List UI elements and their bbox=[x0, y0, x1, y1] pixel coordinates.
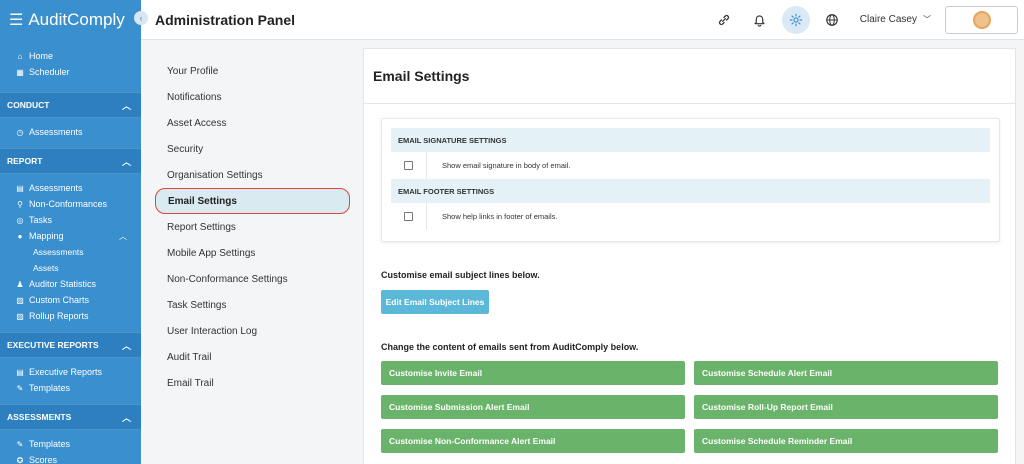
sidebar-item-report-assessments[interactable]: ▤ Assessments bbox=[0, 180, 141, 196]
menu-item-mobile-app-settings[interactable]: Mobile App Settings bbox=[155, 240, 350, 266]
sidebar-item-assessment-templates[interactable]: ✎ Templates bbox=[0, 436, 141, 452]
settings-button[interactable] bbox=[781, 5, 810, 34]
subject-lines-label: Customise email subject lines below. bbox=[381, 270, 540, 280]
sidebar-item-executive-reports[interactable]: ▤ Executive Reports bbox=[0, 364, 141, 380]
section-assessments[interactable]: ASSESSMENTS ︿ bbox=[0, 404, 141, 430]
menu-item-organisation-settings[interactable]: Organisation Settings bbox=[155, 162, 350, 188]
clock-icon: ◷ bbox=[16, 127, 24, 137]
customise-submission-alert-email-button[interactable]: Customise Submission Alert Email bbox=[381, 395, 685, 419]
chevron-up-icon: ︿ bbox=[121, 156, 131, 167]
chevron-up-icon: ︿ bbox=[121, 412, 131, 423]
map-pin-icon: ● bbox=[17, 231, 23, 241]
auditcomply-logo-icon: ☰ bbox=[9, 12, 24, 29]
signature-settings-heading: EMAIL SIGNATURE SETTINGS bbox=[391, 128, 990, 152]
signature-setting-row: Show email signature in body of email. bbox=[391, 152, 990, 179]
top-header: Administration Panel Claire Casey ﹀ bbox=[141, 0, 1024, 40]
sidebar-item-auditor-statistics[interactable]: ♟ Auditor Statistics bbox=[0, 276, 141, 292]
footer-checkbox[interactable] bbox=[404, 212, 413, 221]
brand-name: AuditComply bbox=[28, 10, 125, 29]
list-icon: ▤ bbox=[16, 183, 24, 193]
menu-item-report-settings[interactable]: Report Settings bbox=[155, 214, 350, 240]
tasks-icon: ◎ bbox=[16, 215, 24, 225]
gear-icon bbox=[789, 13, 803, 26]
user-name: Claire Casey bbox=[859, 14, 917, 25]
link-button[interactable] bbox=[710, 6, 738, 34]
section-executive-reports[interactable]: EXECUTIVE REPORTS ︿ bbox=[0, 332, 141, 358]
email-content-label: Change the content of emails sent from A… bbox=[381, 342, 639, 352]
sidebar-subitem-mapping-assessments[interactable]: Assessments bbox=[0, 244, 141, 260]
globe-icon bbox=[825, 13, 838, 26]
award-icon: ✪ bbox=[16, 455, 24, 464]
avatar bbox=[972, 10, 991, 29]
organisation-logo[interactable] bbox=[945, 5, 1018, 34]
customise-schedule-alert-email-button[interactable]: Customise Schedule Alert Email bbox=[694, 361, 998, 385]
menu-item-task-settings[interactable]: Task Settings bbox=[155, 292, 350, 318]
chart-icon: ▨ bbox=[16, 311, 24, 321]
section-conduct[interactable]: CONDUCT ︿ bbox=[0, 92, 141, 118]
menu-item-non-conformance-settings[interactable]: Non-Conformance Settings bbox=[155, 266, 350, 292]
sidebar-subitem-mapping-assets[interactable]: Assets bbox=[0, 260, 141, 276]
calendar-icon: ▦ bbox=[16, 67, 24, 77]
footer-setting-row: Show help links in footer of emails. bbox=[391, 203, 990, 230]
edit-email-subject-lines-button[interactable]: Edit Email Subject Lines bbox=[381, 290, 489, 314]
report-icon: ▤ bbox=[16, 367, 24, 377]
sidebar-item-non-conformances[interactable]: ⚲ Non-Conformances bbox=[0, 196, 141, 212]
email-settings-card: EMAIL SIGNATURE SETTINGS Show email sign… bbox=[381, 118, 1000, 242]
edit-icon: ✎ bbox=[16, 439, 24, 449]
chart-icon: ▨ bbox=[16, 295, 24, 305]
menu-item-email-settings[interactable]: Email Settings bbox=[155, 188, 350, 214]
page-title: Administration Panel bbox=[155, 11, 296, 28]
sidebar-item-scores[interactable]: ✪ Scores bbox=[0, 452, 141, 464]
footer-settings-heading: EMAIL FOOTER SETTINGS bbox=[391, 179, 990, 203]
sidebar-item-tasks[interactable]: ◎ Tasks bbox=[0, 212, 141, 228]
home-icon: ⌂ bbox=[17, 51, 23, 61]
menu-item-user-interaction-log[interactable]: User Interaction Log bbox=[155, 318, 350, 344]
signature-checkbox[interactable] bbox=[404, 161, 413, 170]
brand[interactable]: ☰ AuditComply bbox=[0, 0, 141, 40]
menu-item-security[interactable]: Security bbox=[155, 136, 350, 162]
edit-icon: ✎ bbox=[16, 383, 24, 393]
collapse-sidebar-button[interactable]: ‹ bbox=[134, 11, 148, 25]
customise-schedule-reminder-email-button[interactable]: Customise Schedule Reminder Email bbox=[694, 429, 998, 453]
customise-roll-up-report-email-button[interactable]: Customise Roll-Up Report Email bbox=[694, 395, 998, 419]
chevron-left-icon: ‹ bbox=[139, 13, 143, 23]
menu-item-audit-trail[interactable]: Audit Trail bbox=[155, 344, 350, 370]
footer-option-label: Show help links in footer of emails. bbox=[442, 212, 558, 221]
customise-non-conformance-alert-email-button[interactable]: Customise Non-Conformance Alert Email bbox=[381, 429, 685, 453]
section-report[interactable]: REPORT ︿ bbox=[0, 148, 141, 174]
link-icon bbox=[718, 14, 729, 25]
notifications-button[interactable] bbox=[746, 6, 774, 34]
search-icon: ⚲ bbox=[17, 199, 23, 209]
sidebar-item-custom-charts[interactable]: ▨ Custom Charts bbox=[0, 292, 141, 308]
chevron-up-icon: ︿ bbox=[121, 340, 131, 351]
chevron-down-icon: ﹀ bbox=[923, 15, 931, 24]
menu-item-email-trail[interactable]: Email Trail bbox=[155, 370, 350, 396]
panel-title: Email Settings bbox=[364, 49, 1015, 104]
sidebar-item-rollup-reports[interactable]: ▨ Rollup Reports bbox=[0, 308, 141, 324]
settings-menu: Your Profile Notifications Asset Access … bbox=[155, 58, 350, 396]
chevron-up-icon: ︿ bbox=[119, 231, 127, 241]
sidebar: ☰ AuditComply ⌂ Home ▦ Scheduler CONDUCT… bbox=[0, 0, 141, 464]
users-icon: ♟ bbox=[16, 279, 24, 289]
bell-icon bbox=[754, 14, 765, 27]
chevron-up-icon: ︿ bbox=[121, 100, 131, 111]
signature-option-label: Show email signature in body of email. bbox=[442, 161, 571, 170]
customise-invite-email-button[interactable]: Customise Invite Email bbox=[381, 361, 685, 385]
sidebar-item-executive-templates[interactable]: ✎ Templates bbox=[0, 380, 141, 396]
sidebar-item-home[interactable]: ⌂ Home bbox=[0, 48, 141, 64]
language-button[interactable] bbox=[818, 6, 846, 34]
menu-item-your-profile[interactable]: Your Profile bbox=[155, 58, 350, 84]
sidebar-item-conduct-assessments[interactable]: ◷ Assessments bbox=[0, 124, 141, 140]
user-menu[interactable]: Claire Casey ﹀ bbox=[860, 14, 931, 25]
sidebar-item-mapping[interactable]: ● Mapping ︿ bbox=[0, 228, 141, 244]
menu-item-notifications[interactable]: Notifications bbox=[155, 84, 350, 110]
menu-item-asset-access[interactable]: Asset Access bbox=[155, 110, 350, 136]
email-settings-panel: Email Settings EMAIL SIGNATURE SETTINGS … bbox=[363, 48, 1016, 464]
sidebar-item-scheduler[interactable]: ▦ Scheduler bbox=[0, 64, 141, 80]
